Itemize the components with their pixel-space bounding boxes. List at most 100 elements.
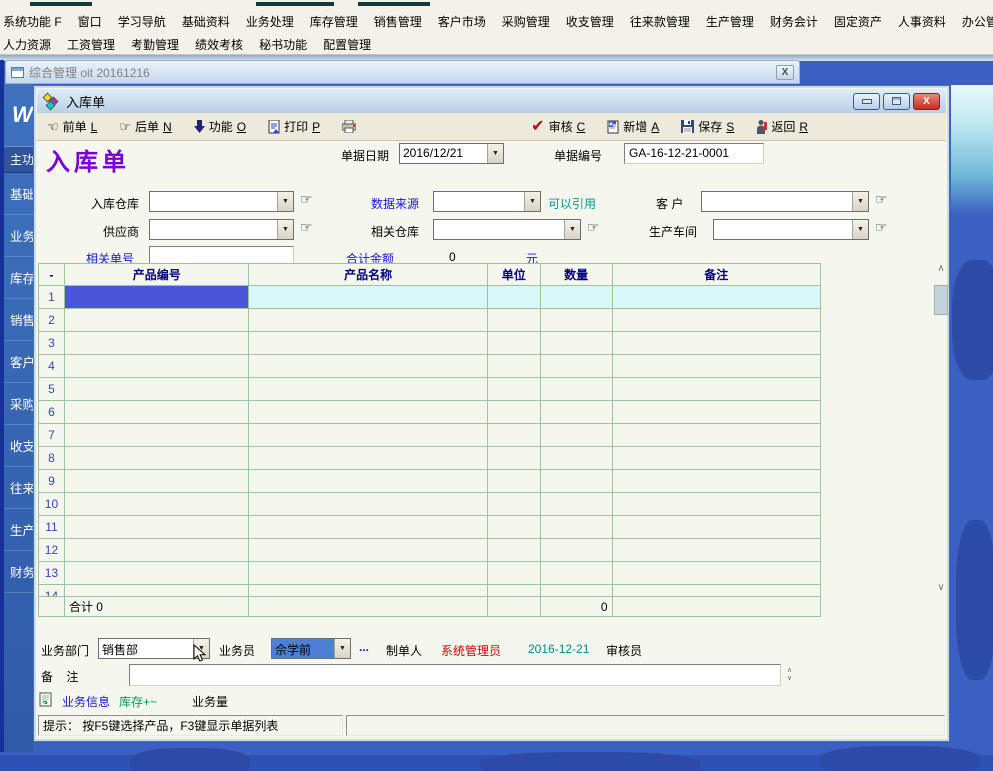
grid-cell[interactable] xyxy=(613,401,820,424)
sidebar-item[interactable]: 采购 xyxy=(4,383,33,425)
grid-cell[interactable] xyxy=(541,516,613,539)
grid-cell[interactable] xyxy=(613,493,820,516)
printer-icon[interactable] xyxy=(342,120,356,133)
menu-item[interactable]: 固定资产 xyxy=(833,12,883,31)
grid-cell[interactable] xyxy=(541,355,613,378)
grid-cell[interactable] xyxy=(488,332,541,355)
grid-cell[interactable] xyxy=(613,355,820,378)
volume-link[interactable]: 业务量 xyxy=(192,693,228,710)
grid-cell[interactable] xyxy=(541,447,613,470)
menu-item[interactable]: 人力资源 xyxy=(2,35,52,54)
grid-cell[interactable] xyxy=(65,286,250,309)
sidebar-item[interactable]: 基础 xyxy=(4,173,33,215)
grid-cell[interactable] xyxy=(613,286,820,309)
chevron-down-icon[interactable]: ▼ xyxy=(564,220,580,239)
menu-item[interactable]: 库存管理 xyxy=(309,12,359,31)
function-button[interactable]: 功能O xyxy=(194,118,246,135)
menu-item[interactable]: 客户市场 xyxy=(437,12,487,31)
grid-cell[interactable] xyxy=(249,539,487,562)
sidebar-item[interactable]: 销售 xyxy=(4,299,33,341)
grid-cell[interactable] xyxy=(488,493,541,516)
menu-item[interactable]: 配置管理 xyxy=(322,35,372,54)
menu-item[interactable]: 基础资料 xyxy=(181,12,231,31)
sidebar-item[interactable]: 财务 xyxy=(4,551,33,593)
grid-cell[interactable] xyxy=(541,286,613,309)
grid-cell[interactable] xyxy=(613,516,820,539)
menu-item[interactable]: 窗口 xyxy=(77,12,103,31)
sidebar-item[interactable]: 库存 xyxy=(4,257,33,299)
more-button[interactable]: ... xyxy=(359,640,369,654)
refresh-doc-icon[interactable] xyxy=(39,692,52,707)
chevron-down-icon[interactable]: ▼ xyxy=(277,220,293,239)
grid-cell[interactable] xyxy=(613,332,820,355)
grid-cell[interactable] xyxy=(541,309,613,332)
grid-cell[interactable] xyxy=(541,424,613,447)
grid-cell[interactable] xyxy=(488,470,541,493)
grid-cell[interactable] xyxy=(488,539,541,562)
scroll-down-icon[interactable]: ∨ xyxy=(933,582,949,593)
menu-item[interactable]: 销售管理 xyxy=(373,12,423,31)
chevron-down-icon[interactable]: ▼ xyxy=(334,639,350,658)
menu-item[interactable]: 学习导航 xyxy=(117,12,167,31)
grid-cell[interactable] xyxy=(488,286,541,309)
grid-cell[interactable] xyxy=(249,378,487,401)
sidebar-item[interactable]: 业务 xyxy=(4,215,33,257)
remark-input[interactable] xyxy=(129,664,781,686)
spin-up-icon[interactable]: ∧ xyxy=(787,667,792,675)
grid-cell[interactable] xyxy=(249,470,487,493)
grid-cell[interactable] xyxy=(249,493,487,516)
grid-cell[interactable] xyxy=(65,585,250,596)
spin-down-icon[interactable]: ∨ xyxy=(787,675,792,683)
grid-cell[interactable] xyxy=(541,401,613,424)
chevron-down-icon[interactable]: ▼ xyxy=(852,192,868,211)
grid-cell[interactable] xyxy=(249,401,487,424)
grid-cell[interactable] xyxy=(488,424,541,447)
lookup-hand-icon[interactable]: ☞ xyxy=(875,191,888,208)
grid-cell[interactable] xyxy=(65,309,250,332)
prev-doc-button[interactable]: ☜ 前单L xyxy=(47,118,97,135)
warehouse-in-combo[interactable]: ▼ xyxy=(149,191,294,212)
grid-cell[interactable] xyxy=(249,562,487,585)
menu-item[interactable]: 秘书功能 xyxy=(258,35,308,54)
menu-item[interactable]: 系统功能 F xyxy=(2,12,63,31)
new-button[interactable]: 新增A xyxy=(607,118,659,135)
close-icon[interactable]: X xyxy=(776,65,794,80)
grid-cell[interactable] xyxy=(488,309,541,332)
grid-cell[interactable] xyxy=(249,447,487,470)
grid-cell[interactable] xyxy=(65,493,250,516)
grid-cell[interactable] xyxy=(65,447,250,470)
menu-item[interactable]: 人事资料 xyxy=(897,12,947,31)
menu-item[interactable]: 往来款管理 xyxy=(629,12,691,31)
scrollbar-thumb[interactable] xyxy=(934,285,948,315)
audit-button[interactable]: ✔ 审核C xyxy=(531,118,585,135)
lookup-hand-icon[interactable]: ☞ xyxy=(300,219,313,236)
grid-cell[interactable] xyxy=(613,539,820,562)
workshop-combo[interactable]: ▼ xyxy=(713,219,869,240)
grid-cell[interactable] xyxy=(488,401,541,424)
grid-cell[interactable] xyxy=(488,447,541,470)
grid-cell[interactable] xyxy=(249,585,487,596)
grid-cell[interactable] xyxy=(613,309,820,332)
remark-spinner[interactable]: ∧ ∨ xyxy=(783,664,796,686)
grid-cell[interactable] xyxy=(65,378,250,401)
grid-cell[interactable] xyxy=(65,401,250,424)
menu-item[interactable]: 生产管理 xyxy=(705,12,755,31)
grid-cell[interactable] xyxy=(65,355,250,378)
grid-cell[interactable] xyxy=(488,355,541,378)
grid-cell[interactable] xyxy=(541,585,613,596)
doc-no-field[interactable]: GA-16-12-21-0001 xyxy=(624,143,764,164)
chevron-down-icon[interactable]: ▼ xyxy=(277,192,293,211)
menu-item[interactable]: 绩效考核 xyxy=(194,35,244,54)
grid-cell[interactable] xyxy=(613,447,820,470)
stock-toggle-link[interactable]: 库存+~ xyxy=(119,693,157,710)
scroll-up-icon[interactable]: ∧ xyxy=(933,263,949,274)
next-doc-button[interactable]: ☞ 后单N xyxy=(119,118,171,135)
grid-cell[interactable] xyxy=(249,309,487,332)
sidebar-item-main[interactable]: 主功 xyxy=(4,146,33,173)
return-button[interactable]: 返回R xyxy=(756,118,808,135)
menu-item[interactable]: 业务处理 xyxy=(245,12,295,31)
grid-cell[interactable] xyxy=(541,562,613,585)
grid-cell[interactable] xyxy=(613,424,820,447)
lookup-hand-icon[interactable]: ☞ xyxy=(587,219,600,236)
lookup-hand-icon[interactable]: ☞ xyxy=(875,219,888,236)
